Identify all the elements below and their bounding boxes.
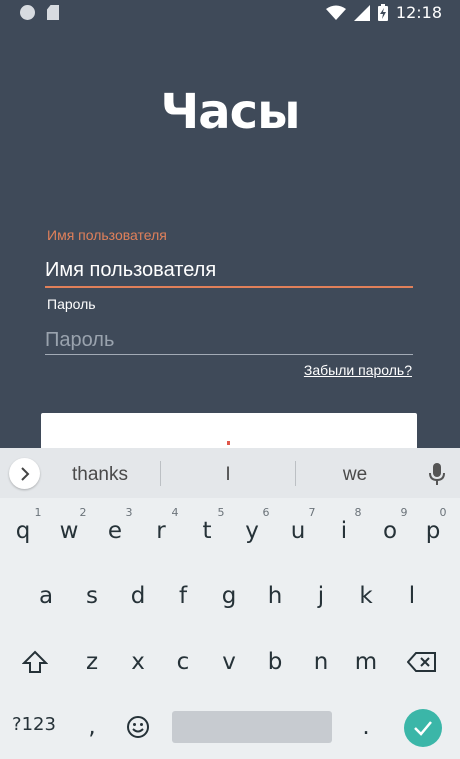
key-t[interactable]: t [184, 508, 230, 554]
suggestion-expand-button[interactable] [9, 458, 40, 489]
forgot-password-link[interactable]: Забыли пароль? [304, 362, 412, 378]
username-label: Имя пользователя [47, 227, 167, 243]
key-k[interactable]: k [343, 573, 389, 619]
password-field[interactable]: Пароль [45, 326, 413, 355]
username-field[interactable]: Имя пользователя [45, 256, 413, 288]
comma-key[interactable]: , [69, 704, 115, 750]
key-i[interactable]: i [321, 508, 367, 554]
key-j[interactable]: j [298, 573, 344, 619]
key-h[interactable]: h [252, 573, 298, 619]
key-e[interactable]: e [92, 508, 138, 554]
key-g[interactable]: g [206, 573, 252, 619]
wifi-icon [325, 5, 346, 20]
period-key[interactable]: . [343, 704, 389, 750]
chevron-right-icon [20, 466, 29, 481]
key-q[interactable]: q [0, 508, 46, 554]
suggestion-3[interactable]: we [295, 464, 415, 486]
key-r[interactable]: r [138, 508, 184, 554]
key-l[interactable]: l [389, 573, 435, 619]
symbols-key[interactable]: ?123 [8, 714, 60, 740]
enter-key[interactable] [404, 709, 442, 747]
suggestion-divider [160, 461, 161, 486]
battery-charging-icon [377, 4, 388, 21]
circle-notification-icon [20, 5, 35, 20]
key-b[interactable]: b [252, 639, 298, 685]
key-m[interactable]: m [343, 639, 389, 685]
signal-icon [353, 4, 370, 21]
soft-keyboard: thanks I we 1 q 2 w 3 e 4 r 5 t 6 y 7 u … [0, 448, 460, 759]
key-w[interactable]: w [46, 508, 92, 554]
key-n[interactable]: n [298, 639, 344, 685]
key-d[interactable]: d [115, 573, 161, 619]
login-button-accent [227, 441, 230, 445]
password-label: Пароль [47, 296, 96, 312]
app-logo: Часы [160, 84, 300, 140]
key-a[interactable]: a [23, 573, 69, 619]
key-f[interactable]: f [160, 573, 206, 619]
space-key[interactable] [172, 711, 332, 743]
shift-icon [22, 650, 48, 673]
key-o[interactable]: o [367, 508, 413, 554]
suggestion-1[interactable]: thanks [40, 464, 160, 486]
suggestion-2[interactable]: I [168, 464, 288, 486]
key-s[interactable]: s [69, 573, 115, 619]
status-time: 12:18 [395, 3, 442, 22]
key-x[interactable]: x [115, 639, 161, 685]
backspace-icon [407, 652, 436, 672]
key-c[interactable]: c [160, 639, 206, 685]
key-p[interactable]: p [410, 508, 456, 554]
backspace-key[interactable] [399, 639, 445, 685]
key-v[interactable]: v [206, 639, 252, 685]
suggestion-strip: thanks I we [0, 448, 460, 498]
status-bar: 12:18 [0, 0, 460, 26]
key-z[interactable]: z [69, 639, 115, 685]
checkmark-icon [414, 721, 432, 736]
key-u[interactable]: u [275, 508, 321, 554]
sd-card-icon [47, 5, 59, 20]
shift-key[interactable] [12, 639, 58, 685]
emoji-key[interactable] [115, 704, 161, 750]
key-y[interactable]: y [229, 508, 275, 554]
microphone-icon[interactable] [427, 462, 447, 486]
emoji-icon [127, 716, 149, 738]
